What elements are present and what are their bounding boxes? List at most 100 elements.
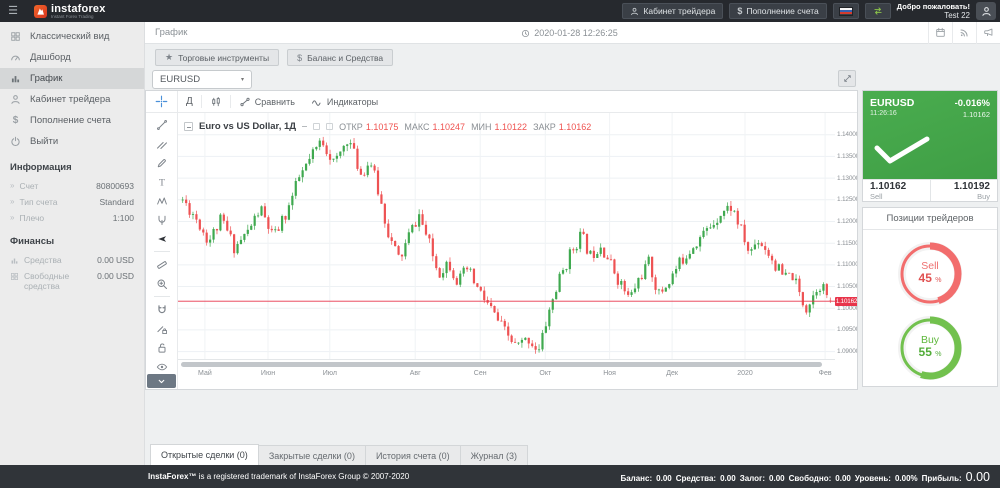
trading-instruments-button[interactable]: ★ Торговые инструменты (155, 49, 279, 66)
price-axis-tick: 1.13500 (837, 153, 858, 160)
tab-open-deals[interactable]: Открытые сделки (0) (150, 444, 259, 466)
time-axis-tick: Сен (474, 370, 487, 377)
price-axis-tick: 1.12000 (837, 218, 858, 225)
legend-menu-icon[interactable] (302, 126, 307, 127)
chart-style-button[interactable] (202, 91, 230, 112)
news-feed-button[interactable] (952, 22, 976, 44)
footer-brand: InstaForex™ (148, 472, 196, 481)
datetime-text: 2020-01-28 12:26:25 (534, 28, 618, 38)
more-tools-button[interactable] (147, 374, 176, 388)
text-icon (156, 176, 168, 188)
quote-price: 1.10162 (963, 110, 990, 119)
tools-divider (154, 296, 170, 297)
quote-card[interactable]: EURUSD -0.016% 11:26:16 1.10162 1.10162 … (862, 90, 998, 202)
measure-tool-button[interactable] (147, 255, 177, 274)
trader-positions-title: Позиции трейдеров (863, 208, 997, 230)
language-flag-button[interactable] (833, 3, 859, 19)
crosshair-tool-button[interactable] (146, 91, 178, 112)
fullscreen-chart-button[interactable] (838, 70, 856, 87)
gann-fib-tool-button[interactable] (147, 134, 177, 153)
rss-icon (959, 27, 970, 38)
grid-icon (10, 272, 19, 281)
balance-funds-button[interactable]: $ Баланс и Средства (287, 49, 393, 66)
finance-label: Средства (24, 255, 92, 265)
open-value: 1.10175 (366, 122, 399, 132)
symbol-select[interactable]: EURUSD ▾ (152, 70, 252, 89)
bar-chart-icon (10, 256, 19, 265)
welcome-text: Добро пожаловать! (897, 3, 970, 11)
quick-actions: ★ Торговые инструменты $ Баланс и Средст… (155, 49, 393, 66)
buy-button[interactable]: 1.10192 Buy (930, 180, 998, 201)
info-label: Тип счета (19, 197, 94, 207)
trader-cabinet-button[interactable]: Кабинет трейдера (622, 3, 723, 19)
currency-exchange-button[interactable] (865, 3, 891, 19)
price-axis[interactable]: 1.140001.135001.130001.125001.120001.115… (835, 113, 858, 363)
low-label: МИН (471, 122, 491, 132)
lock-icon (156, 342, 168, 354)
chevron-down-icon: ▾ (241, 76, 244, 83)
sidebar-item-logout[interactable]: Выйти (0, 131, 144, 152)
deposit-button[interactable]: $ Пополнение счета (729, 3, 826, 19)
arrow-tool-button[interactable] (147, 229, 177, 248)
indicators-button[interactable]: Индикаторы (303, 91, 386, 112)
time-axis-tick: Июл (323, 370, 337, 377)
compare-button[interactable]: Сравнить (231, 91, 303, 112)
sell-button[interactable]: 1.10162 Sell (863, 180, 930, 201)
sidebar-item-label: Кабинет трейдера (30, 94, 110, 105)
stat-label: Свободно: (789, 474, 832, 483)
expand-icon (843, 74, 852, 83)
grid-icon (10, 31, 21, 42)
tab-account-history[interactable]: История счета (0) (366, 445, 461, 466)
brush-tool-button[interactable] (147, 153, 177, 172)
drawing-lock-button[interactable] (147, 319, 177, 338)
tab-closed-deals[interactable]: Закрытые сделки (0) (259, 445, 366, 466)
sidebar-item-chart[interactable]: График (0, 68, 144, 89)
text-tool-button[interactable] (147, 172, 177, 191)
quote-summary: EURUSD -0.016% 11:26:16 1.10162 (863, 91, 997, 179)
page-header-bar: График 2020-01-28 12:26:25 (145, 22, 1000, 44)
right-column: EURUSD -0.016% 11:26:16 1.10162 1.10162 … (862, 90, 998, 387)
candlestick-canvas[interactable] (178, 113, 835, 359)
gauge-icon (10, 52, 21, 63)
stat-label: Залог: (740, 474, 765, 483)
pitchfork-icon (156, 214, 168, 226)
calendar-button[interactable] (928, 22, 952, 44)
collapse-legend-icon[interactable] (184, 122, 193, 131)
pattern-tool-button[interactable] (147, 191, 177, 210)
info-value: Standard (100, 197, 135, 207)
sell-label: Sell (870, 192, 923, 201)
trend-line-tool-button[interactable] (147, 115, 177, 134)
price-axis-tick: 1.11500 (837, 240, 858, 247)
time-axis[interactable]: МайИюнИюлАвгСенОктНояДек2020Фев (178, 359, 835, 389)
sidebar-item-trader-cabinet[interactable]: Кабинет трейдера (0, 89, 144, 110)
chart-scrollbar[interactable] (181, 362, 822, 367)
dollar-icon: $ (10, 115, 21, 126)
user-avatar-button[interactable] (976, 2, 996, 20)
tab-journal[interactable]: Журнал (3) (461, 445, 528, 466)
legend-toggle-icon[interactable] (326, 123, 333, 130)
zoom-in-tool-button[interactable] (147, 274, 177, 293)
brand-name: instaforex (51, 4, 106, 14)
pitchfork-tool-button[interactable] (147, 210, 177, 229)
sidebar-item-dashboard[interactable]: Дашборд (0, 47, 144, 68)
tools-divider (154, 251, 170, 252)
price-axis-tick: 1.09500 (837, 326, 858, 333)
close-value: 1.10162 (559, 122, 592, 132)
magnet-mode-button[interactable] (147, 300, 177, 319)
stat-value: 0.00 (835, 474, 851, 483)
sidebar-item-label: Пополнение счета (30, 115, 111, 126)
menu-toggle-button[interactable]: ☰ (0, 0, 26, 22)
legend-toggle-icon[interactable] (313, 123, 320, 130)
lock-all-button[interactable] (147, 338, 177, 357)
announcements-button[interactable] (976, 22, 1000, 44)
balance-funds-label: Баланс и Средства (307, 53, 383, 63)
footer-rest: is a registered trademark of InstaForex … (196, 472, 409, 481)
sidebar: Классический вид Дашборд График Кабинет … (0, 22, 145, 465)
sidebar-item-classic-view[interactable]: Классический вид (0, 26, 144, 47)
indicators-icon (311, 96, 323, 108)
chart-panel: Д Сравнить Индикаторы (145, 90, 858, 390)
interval-button[interactable]: Д (178, 91, 201, 112)
brand-logo[interactable]: instaforex Instant Forex Trading (26, 0, 114, 22)
sidebar-item-deposit[interactable]: $ Пополнение счета (0, 110, 144, 131)
exchange-arrows-icon (872, 6, 884, 16)
